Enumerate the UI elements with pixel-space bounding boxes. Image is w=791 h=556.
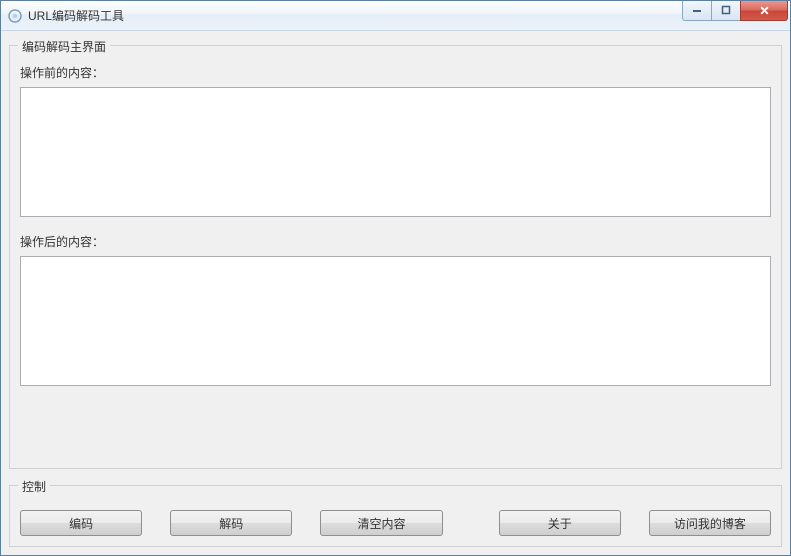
after-label: 操作后的内容： bbox=[20, 233, 771, 250]
input-after[interactable] bbox=[20, 256, 771, 386]
encode-button[interactable]: 编码 bbox=[20, 510, 142, 536]
window-controls bbox=[683, 1, 788, 21]
input-before[interactable] bbox=[20, 87, 771, 217]
about-button[interactable]: 关于 bbox=[499, 510, 621, 536]
before-label: 操作前的内容： bbox=[20, 64, 771, 81]
button-row: 编码 解码 清空内容 关于 访问我的博客 bbox=[20, 510, 771, 536]
titlebar[interactable]: URL编码解码工具 bbox=[1, 1, 790, 31]
clear-button[interactable]: 清空内容 bbox=[320, 510, 442, 536]
minimize-button[interactable] bbox=[682, 1, 712, 21]
control-group-title: 控制 bbox=[18, 478, 50, 495]
app-icon bbox=[7, 8, 23, 24]
window-title: URL编码解码工具 bbox=[28, 7, 683, 24]
decode-button[interactable]: 解码 bbox=[170, 510, 292, 536]
close-button[interactable] bbox=[740, 1, 788, 21]
maximize-button[interactable] bbox=[711, 1, 741, 21]
main-group-title: 编码解码主界面 bbox=[18, 38, 110, 55]
client-area: 编码解码主界面 操作前的内容： 操作后的内容： 控制 编码 解码 清空内容 关于… bbox=[1, 31, 790, 555]
blog-button[interactable]: 访问我的博客 bbox=[649, 510, 771, 536]
app-window: URL编码解码工具 编码解码主界面 操作前的内容： 操作后的内容： 控制 编码 bbox=[0, 0, 791, 556]
control-groupbox: 控制 编码 解码 清空内容 关于 访问我的博客 bbox=[9, 485, 782, 547]
main-groupbox: 编码解码主界面 操作前的内容： 操作后的内容： bbox=[9, 45, 782, 469]
